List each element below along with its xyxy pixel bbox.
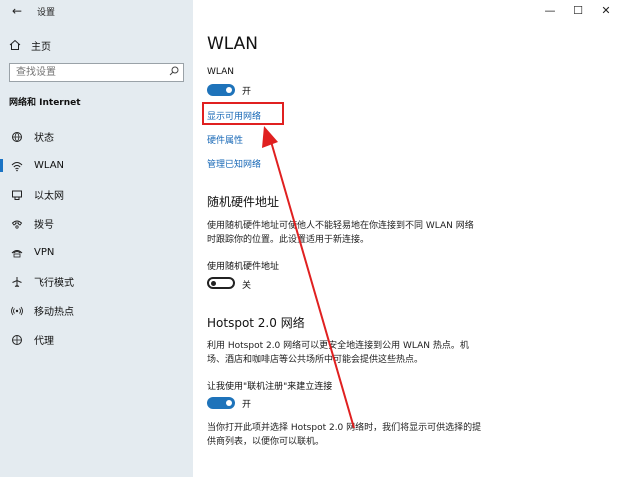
- globe-icon: [10, 130, 24, 144]
- hotspot-state: 开: [242, 400, 252, 410]
- sidebar-item-vpn[interactable]: VPN: [0, 238, 193, 267]
- annotation-highlight-box: [202, 102, 284, 125]
- search-box[interactable]: [9, 63, 184, 82]
- sidebar: ← 设置 主页 网络和 Internet 状态 WLAN: [0, 0, 193, 477]
- home-icon: [9, 39, 21, 50]
- sidebar-item-hotspot[interactable]: 移动热点: [0, 296, 193, 325]
- manage-known-networks-link[interactable]: 管理已知网络: [207, 157, 261, 170]
- hotspot-heading: Hotspot 2.0 网络: [207, 316, 305, 330]
- hardware-properties-link[interactable]: 硬件属性: [207, 133, 243, 146]
- sidebar-item-home[interactable]: 主页: [9, 38, 51, 53]
- sidebar-item-ethernet[interactable]: 以太网: [0, 180, 193, 209]
- search-icon[interactable]: [165, 66, 183, 79]
- sidebar-item-airplane[interactable]: 飞行模式: [0, 267, 193, 296]
- sidebar-item-label: 以太网: [34, 191, 64, 202]
- app-title: 设置: [37, 8, 56, 18]
- dialup-icon: [10, 217, 24, 231]
- sidebar-item-label: 状态: [34, 133, 54, 144]
- sidebar-item-label: VPN: [34, 247, 55, 258]
- close-button[interactable]: ✕: [591, 2, 620, 18]
- wlan-label: WLAN: [207, 67, 235, 77]
- section-heading: 网络和 Internet: [9, 98, 81, 108]
- sidebar-item-label: 拨号: [34, 220, 54, 231]
- airplane-icon: [10, 275, 24, 289]
- page-title: WLAN: [207, 34, 259, 54]
- wlan-toggle[interactable]: [207, 84, 235, 96]
- nav-list: 状态 WLAN 以太网 拨号 VPN 飞行模式 移动热点 代理: [0, 122, 193, 354]
- minimize-button[interactable]: —: [535, 2, 565, 18]
- random-hw-toggle[interactable]: [207, 277, 235, 289]
- vpn-icon: [10, 246, 24, 260]
- wifi-icon: [10, 159, 24, 173]
- random-hw-heading: 随机硬件地址: [207, 195, 280, 209]
- sidebar-item-label: WLAN: [34, 160, 65, 171]
- random-hw-toggle-label: 使用随机硬件地址: [207, 262, 280, 272]
- back-arrow-icon[interactable]: ←: [8, 3, 26, 19]
- sidebar-item-home-label: 主页: [31, 41, 51, 53]
- hotspot-icon: [10, 304, 24, 318]
- wlan-state: 开: [242, 87, 252, 97]
- sidebar-item-label: 飞行模式: [34, 278, 74, 289]
- proxy-globe-icon: [10, 333, 24, 347]
- ethernet-icon: [10, 188, 24, 202]
- sidebar-item-status[interactable]: 状态: [0, 122, 193, 151]
- active-indicator: [0, 159, 3, 172]
- sidebar-item-dialup[interactable]: 拨号: [0, 209, 193, 238]
- hotspot-toggle-label: 让我使用"联机注册"来建立连接: [207, 382, 333, 392]
- sidebar-item-proxy[interactable]: 代理: [0, 325, 193, 354]
- hotspot-footer: 当你打开此项并选择 Hotspot 2.0 网络时，我们将显示可供选择的提供商列…: [207, 423, 482, 447]
- hotspot-description: 利用 Hotspot 2.0 网络可以更安全地连接到公用 WLAN 热点。机场、…: [207, 341, 469, 365]
- hotspot-toggle[interactable]: [207, 397, 235, 409]
- maximize-button[interactable]: ☐: [563, 2, 593, 18]
- random-hw-state: 关: [242, 281, 252, 291]
- sidebar-item-wlan[interactable]: WLAN: [0, 151, 193, 180]
- sidebar-item-label: 代理: [34, 336, 54, 347]
- random-hw-description: 使用随机硬件地址可使他人不能轻易地在你连接到不同 WLAN 网络时跟踪你的位置。…: [207, 221, 474, 245]
- search-input[interactable]: [10, 64, 165, 81]
- sidebar-item-label: 移动热点: [34, 307, 74, 318]
